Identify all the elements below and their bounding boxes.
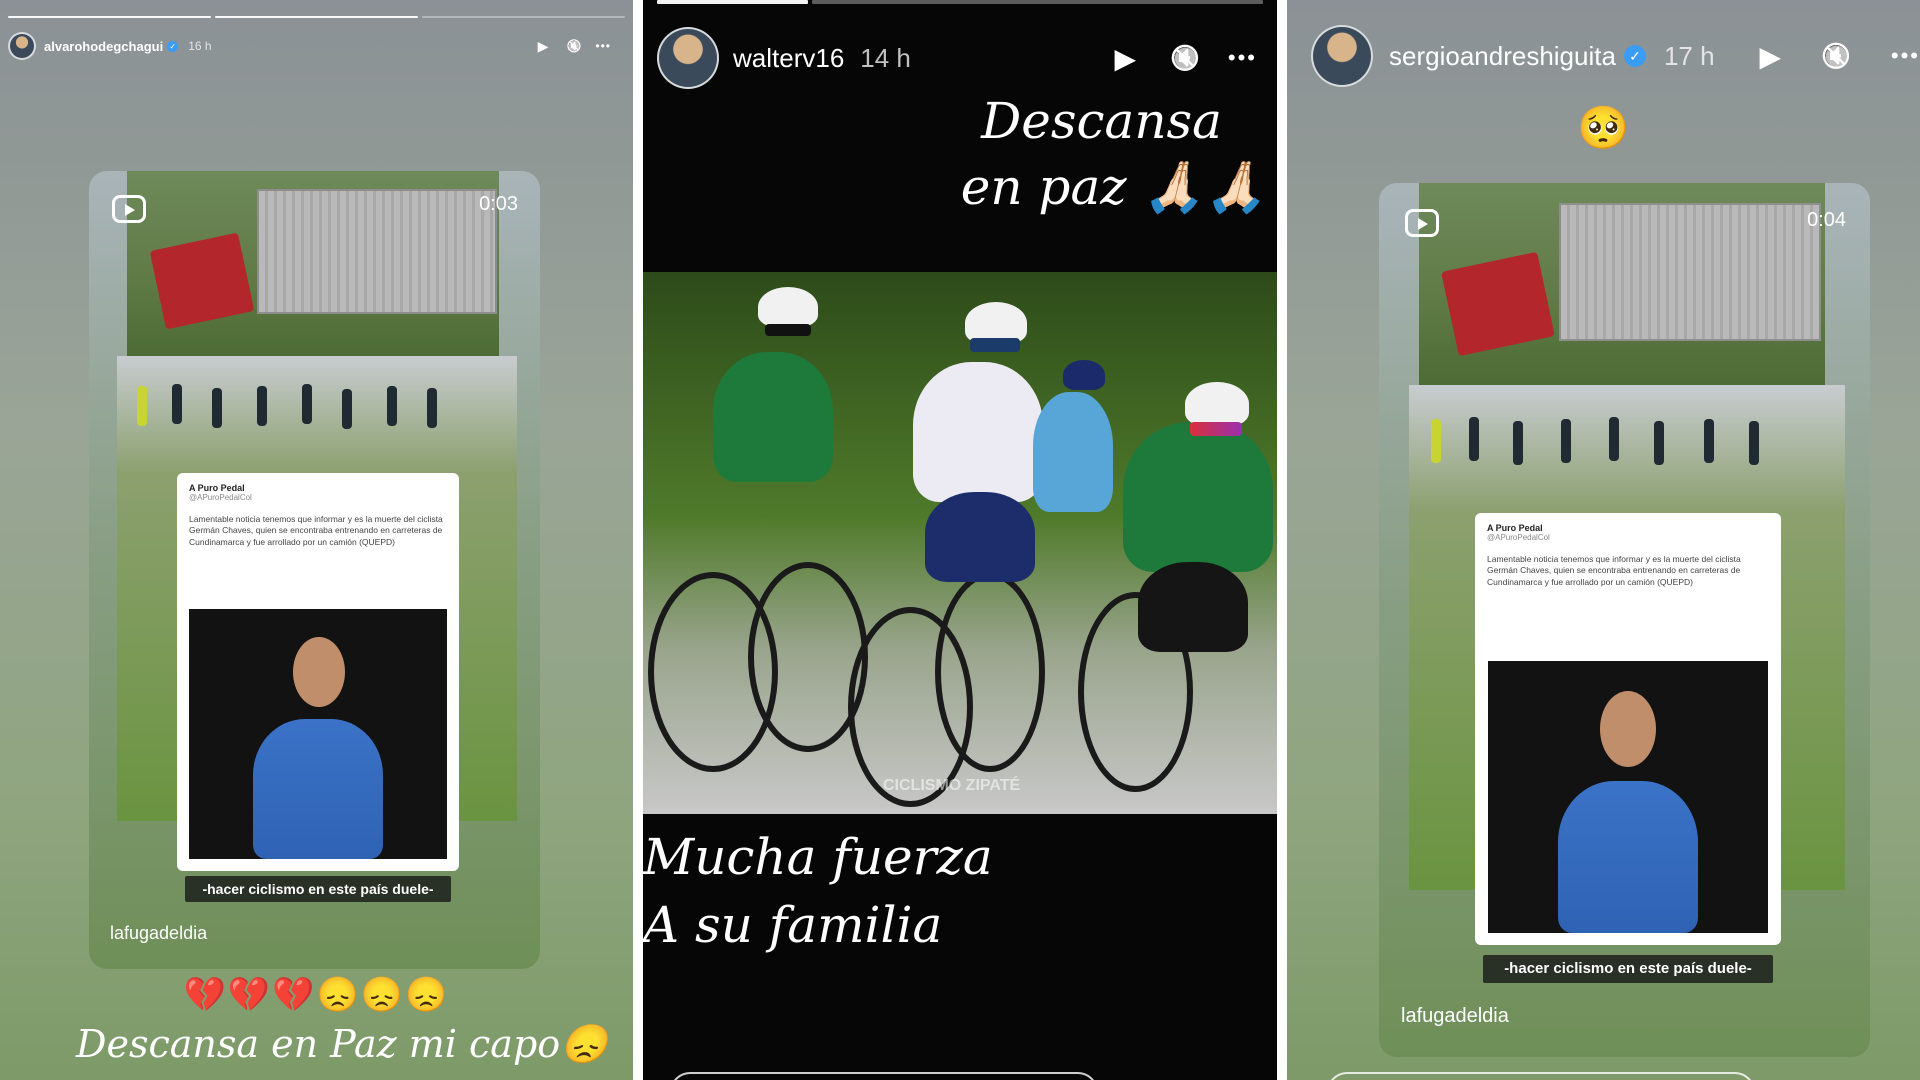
more-options-icon[interactable]: ••• (595, 39, 611, 53)
progress-segment (657, 0, 808, 4)
avatar[interactable] (657, 27, 719, 89)
story-header: alvarohodegchagui ✓ 16 h ▶ 🔇 ••• (0, 30, 633, 62)
verified-badge-icon: ✓ (1623, 45, 1646, 67)
source-watermark: lafugadeldia (1401, 1005, 1509, 1027)
reel-caption: -hacer ciclismo en este país duele- (1483, 955, 1773, 983)
play-icon[interactable]: ▶ (1759, 40, 1781, 73)
story-panel-walterv16[interactable]: walterv16 14 h ▶ 🔇 ••• Descansa en paz 🙏… (643, 0, 1277, 1080)
caption-line-3: Mucha fuerza (643, 828, 993, 886)
story-header: sergioandreshiguita ✓ 17 h ▶ 🔇 ••• (1287, 24, 1920, 88)
post-time: 17 h (1663, 40, 1715, 71)
reel-timestamp: 0:03 (479, 193, 518, 215)
story-header: walterv16 14 h ▶ 🔇 ••• (643, 26, 1277, 90)
caption-line-2: en paz 🙏🏻🙏🏻 (960, 158, 1267, 216)
photo-watermark: CICLISMO ZIPATÉ (883, 777, 1021, 794)
tweet-text: Lamentable noticia tenemos que informar … (189, 514, 443, 547)
story-progress-bar (8, 16, 625, 18)
cyclist-portrait-photo (189, 609, 447, 859)
tweet-handle: @APuroPedalCol (189, 493, 252, 502)
mute-icon[interactable]: 🔇 (566, 39, 581, 53)
source-watermark: lafugadeldia (110, 923, 208, 943)
tweet-card[interactable]: A Puro Pedal @APuroPedalCol Lamentable n… (1475, 513, 1781, 945)
caption-line-4: A su familia (643, 896, 943, 954)
reel-timestamp: 0:04 (1807, 209, 1846, 231)
mute-icon[interactable]: 🔇 (1170, 44, 1200, 73)
emoji-row: 💔💔💔😞😞😞 (183, 976, 450, 1014)
reel-caption: -hacer ciclismo en este país duele- (185, 876, 451, 902)
story-progress-bar (657, 0, 1263, 4)
play-icon[interactable]: ▶ (538, 38, 549, 55)
reel-icon (1405, 209, 1439, 237)
emoji-sticker: 🥺 (1577, 104, 1630, 151)
verified-badge-icon: ✓ (167, 40, 179, 52)
post-time: 14 h (860, 42, 911, 73)
avatar[interactable] (1311, 25, 1373, 87)
reel-icon (112, 195, 146, 223)
tweet-author: A Puro Pedal (189, 483, 245, 493)
reposted-reel-card[interactable]: 0:04 A Puro Pedal @APuroPedalCol Lamenta… (1379, 183, 1870, 1057)
more-options-icon[interactable]: ••• (1891, 43, 1920, 69)
caption-line-1: Descansa (981, 92, 1222, 150)
truck-accident-photo (127, 171, 499, 356)
progress-segment (215, 16, 418, 18)
reply-input[interactable] (670, 1072, 1098, 1080)
avatar[interactable] (8, 32, 36, 60)
username[interactable]: alvarohodegchagui (44, 39, 163, 54)
tweet-handle: @APuroPedalCol (1487, 533, 1550, 542)
cyclists-group-photo: CICLISMO ZIPATÉ (643, 272, 1277, 814)
reply-input[interactable] (1327, 1072, 1755, 1080)
tweet-text: Lamentable noticia tenemos que informar … (1487, 554, 1741, 587)
progress-segment (422, 16, 625, 18)
tweet-author: A Puro Pedal (1487, 523, 1543, 533)
cyclist-portrait-photo (1488, 661, 1768, 933)
play-icon[interactable]: ▶ (1114, 42, 1136, 75)
username[interactable]: sergioandreshiguita (1389, 41, 1616, 72)
username[interactable]: walterv16 (733, 43, 844, 74)
story-caption: Descansa en Paz mi capo😞 (76, 1022, 608, 1066)
progress-segment (8, 16, 211, 18)
truck-accident-photo (1419, 183, 1825, 385)
reposted-reel-card[interactable]: 0:03 A Puro Pedal @APuroPedalCol Lamenta… (89, 171, 540, 969)
post-time: 16 h (188, 39, 212, 53)
tweet-card[interactable]: A Puro Pedal @APuroPedalCol Lamentable n… (177, 473, 459, 871)
more-options-icon[interactable]: ••• (1228, 45, 1257, 71)
progress-segment (811, 0, 1263, 4)
story-panel-sergioandreshiguita[interactable]: sergioandreshiguita ✓ 17 h ▶ 🔇 ••• 🥺 0:0… (1287, 0, 1920, 1080)
story-panel-alvarohodegchagui[interactable]: alvarohodegchagui ✓ 16 h ▶ 🔇 ••• 0:03 A … (0, 0, 633, 1080)
mute-icon[interactable]: 🔇 (1821, 42, 1851, 71)
